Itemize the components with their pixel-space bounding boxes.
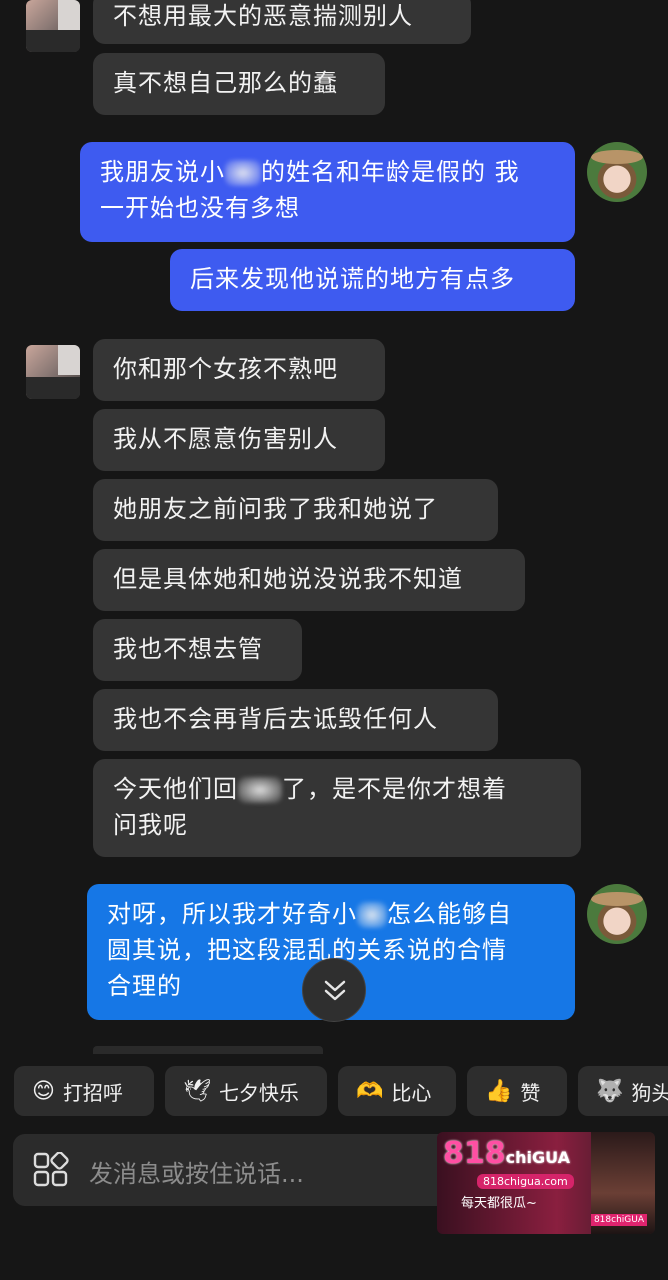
watermark-banner: 818chiGUA 818chigua.com 每天都很瓜~ 818chiGUA <box>437 1132 655 1234</box>
message-text: 的姓名和年龄是假的 我 <box>261 158 520 186</box>
message-text: 圆其说，把这段混乱的关系说的合情 <box>107 936 507 964</box>
message-text: 合理的 <box>107 972 182 1000</box>
message-bubble[interactable]: 但是具体她和她说没说我不知道 <box>93 549 525 611</box>
scroll-to-bottom-button[interactable] <box>302 958 366 1022</box>
message-text: 你和那个女孩不熟吧 <box>113 355 338 383</box>
doge-emoji-icon: 🐺 <box>596 1078 624 1104</box>
message-text: 我从不愿意伤害别人 <box>113 425 338 453</box>
message-text: 我朋友说小 <box>100 158 225 186</box>
watermark-tag: 818chiGUA <box>590 1214 647 1226</box>
message-text: 不想用最大的恶意揣测别人 <box>113 2 413 30</box>
message-bubble[interactable]: 我朋友说小 的姓名和年龄是假的 我 一开始也没有多想 <box>80 142 575 242</box>
message-text: 对呀，所以我才好奇小 <box>107 900 357 928</box>
message-text: 她朋友之前问我了我和她说了 <box>113 495 438 523</box>
message-text: 但是具体她和她说没说我不知道 <box>113 565 463 593</box>
message-bubble[interactable]: 你和那个女孩不熟吧 <box>93 339 385 401</box>
redaction-blur <box>357 902 387 928</box>
message-text: 我也不想去管 <box>113 635 263 663</box>
quick-reply-label: 七夕快乐 <box>218 1080 299 1105</box>
quick-reply-doge[interactable]: 🐺 狗头 <box>578 1066 668 1116</box>
message-bubble[interactable]: 她朋友之前问我了我和她说了 <box>93 479 498 541</box>
message-text: 问我呢 <box>113 811 188 839</box>
quick-reply-heart[interactable]: 🫶 比心 <box>338 1066 456 1116</box>
message-bubble[interactable]: 今天他们回 了，是不是你才想着 问我呢 <box>93 759 581 857</box>
contact-avatar[interactable] <box>26 0 80 52</box>
redaction-blur <box>238 777 282 803</box>
message-bubble[interactable]: 后来发现他说谎的地方有点多 <box>170 249 575 311</box>
message-bubble[interactable]: 不想用最大的恶意揣测别人 <box>93 0 471 44</box>
message-text: 我也不会再背后去诋毁任何人 <box>113 705 438 733</box>
redaction-blur <box>225 160 261 186</box>
contact-avatar[interactable] <box>26 345 80 399</box>
my-avatar[interactable] <box>587 884 647 944</box>
quick-reply-label: 比心 <box>391 1080 432 1105</box>
quick-reply-label: 狗头 <box>631 1080 668 1105</box>
smile-emoji-icon: 😊 <box>32 1078 55 1104</box>
message-text: 一开始也没有多想 <box>100 194 300 222</box>
watermark-slogan: 每天都很瓜~ <box>461 1196 537 1211</box>
message-input[interactable]: 发消息或按住说话... <box>89 1154 304 1189</box>
quick-reply-greet[interactable]: 😊 打招呼 <box>14 1066 154 1116</box>
my-avatar[interactable] <box>587 142 647 202</box>
message-text: 真不想自己那么的蠢 <box>113 69 338 97</box>
message-text: 怎么能够自 <box>387 900 512 928</box>
bird-emoji-icon: 🕊 <box>183 1078 211 1104</box>
quick-reply-qixi[interactable]: 🕊 七夕快乐 <box>165 1066 327 1116</box>
watermark-logo: 818chiGUA <box>443 1136 570 1171</box>
quick-reply-label: 赞 <box>520 1080 541 1105</box>
message-text: 后来发现他说谎的地方有点多 <box>190 265 515 293</box>
message-text: 今天他们回 <box>113 775 238 803</box>
thumbs-up-emoji-icon: 👍 <box>485 1078 513 1104</box>
watermark-site: 818chigua.com <box>477 1174 574 1189</box>
heart-hands-emoji-icon: 🫶 <box>356 1078 384 1104</box>
quick-reply-label: 打招呼 <box>62 1080 123 1105</box>
quick-reply-like[interactable]: 👍 赞 <box>467 1066 567 1116</box>
apps-grid-icon[interactable] <box>33 1152 69 1188</box>
message-bubble[interactable]: 真不想自己那么的蠢 <box>93 53 385 115</box>
message-bubble[interactable]: 我从不愿意伤害别人 <box>93 409 385 471</box>
message-bubble[interactable]: 我也不会再背后去诋毁任何人 <box>93 689 498 751</box>
message-text: 了，是不是你才想着 <box>282 775 507 803</box>
double-chevron-down-icon <box>324 980 346 1001</box>
message-bubble[interactable]: 我也不想去管 <box>93 619 302 681</box>
message-bubble-partial <box>93 1046 323 1054</box>
